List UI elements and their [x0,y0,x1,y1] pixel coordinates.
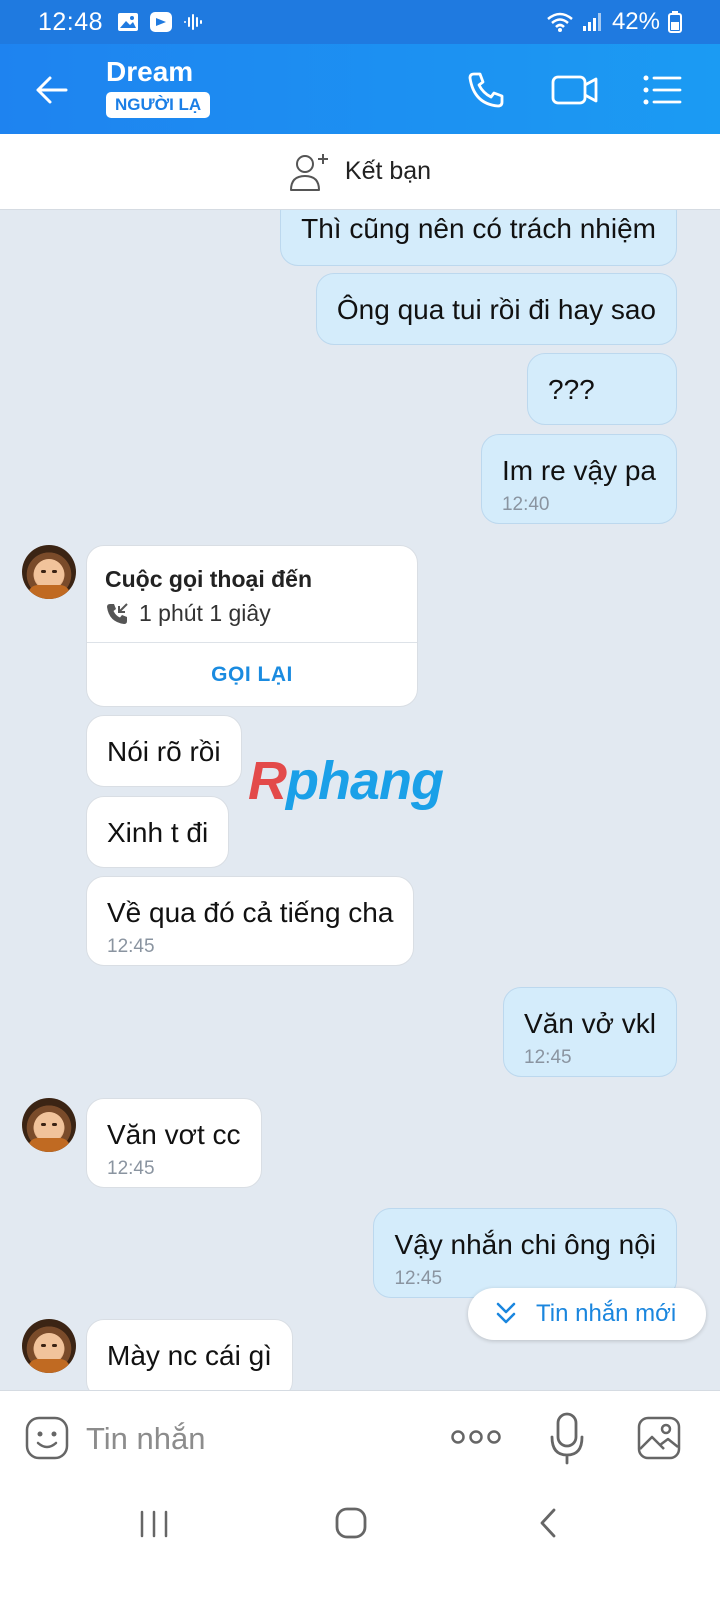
call-title: Cuộc gọi thoại đến [105,566,312,592]
status-bar: 12:48 42% [0,0,720,44]
back-arrow-icon[interactable] [32,70,72,110]
message-bubble[interactable]: Văn vơt cc 12:45 [86,1098,262,1188]
new-messages-button[interactable]: Tin nhắn mới [468,1288,706,1340]
contact-title[interactable]: Dream NGƯỜI LẠ [106,56,211,118]
message-text: Về qua đó cả tiếng cha [107,897,394,928]
incoming-call-card: Cuộc gọi thoại đến 1 phút 1 giây GỌI LẠI [86,545,418,707]
add-friend-label: Kết bạn [344,157,432,185]
more-dots-icon[interactable] [450,1425,502,1449]
image-icon[interactable] [636,1415,682,1461]
call-back-button[interactable]: GỌI LẠI [87,643,417,707]
double-chevron-down-icon [496,1302,516,1324]
incoming-call-icon [107,602,128,624]
zalo-notification-icon [150,12,173,32]
system-navigation-bar [0,1486,720,1600]
message-text: Vậy nhắn chi ông nội [394,1229,656,1260]
message-bubble[interactable]: Mày nc cái gì [86,1319,293,1399]
home-icon[interactable] [334,1506,368,1540]
message-bubble[interactable]: ??? [527,353,677,425]
contact-avatar[interactable] [22,545,76,599]
message-bubble[interactable]: Ông qua tui rồi đi hay sao [315,273,677,345]
message-text: Văn vở vkl [524,1008,656,1039]
message-text: Văn vơt cc [107,1119,241,1150]
message-list[interactable]: Thì cũng nên có trách nhiệm Ông qua tui … [0,210,720,1418]
microphone-icon[interactable] [550,1411,584,1465]
message-text: ??? [548,374,595,405]
message-composer [0,1390,720,1486]
message-text: Nói rõ rồi [107,736,221,767]
message-time: 12:45 [524,1047,572,1068]
stranger-badge: NGƯỜI LẠ [106,92,211,118]
battery-level: 42% [611,8,660,35]
contact-avatar[interactable] [22,1098,76,1152]
message-bubble[interactable]: Nói rõ rồi [86,715,242,787]
contact-name: Dream [106,56,194,87]
recent-apps-icon[interactable] [138,1508,170,1540]
message-bubble[interactable]: Im re vậy pa 12:40 [480,434,677,524]
phone-icon[interactable] [464,68,508,112]
message-time: 12:45 [107,1158,155,1179]
message-time: 12:45 [394,1268,443,1289]
message-bubble[interactable]: Về qua đó cả tiếng cha 12:45 [86,876,415,966]
notification-icons [117,11,203,33]
call-duration-text: 1 phút 1 giây [139,600,271,626]
back-nav-icon[interactable] [534,1506,562,1540]
message-bubble[interactable]: Xinh t đi [86,796,230,868]
wifi-icon [547,12,573,32]
message-text: Mày nc cái gì [107,1340,272,1371]
message-time: 12:45 [107,936,155,957]
video-icon[interactable] [550,68,600,112]
message-text: Thì cũng nên có trách nhiệm [301,213,656,244]
message-bubble[interactable]: Thì cũng nên có trách nhiệm [280,210,677,266]
new-messages-label: Tin nhắn mới [536,1300,677,1327]
message-bubble[interactable]: Văn vở vkl 12:45 [503,987,677,1077]
status-time: 12:48 [38,7,104,36]
message-text: Im re vậy pa [501,455,656,486]
message-bubble[interactable]: Vậy nhắn chi ông nội 12:45 [373,1208,677,1298]
call-duration: 1 phút 1 giây [105,600,271,627]
list-menu-icon[interactable] [640,68,684,112]
emoji-icon[interactable] [24,1415,70,1461]
battery-icon [668,11,682,33]
add-friend-bar[interactable]: Kết bạn [0,134,720,210]
message-text: Xinh t đi [107,817,209,848]
add-person-icon [289,153,328,191]
message-input[interactable] [86,1417,416,1461]
chat-header: Dream NGƯỜI LẠ [0,44,720,134]
message-text: Ông qua tui rồi đi hay sao [336,294,656,325]
contact-avatar[interactable] [22,1319,76,1373]
gallery-notification-icon [118,13,139,31]
message-time: 12:40 [501,494,550,515]
watermark-logo: Rphang [248,751,444,811]
signal-icon [582,13,601,31]
audio-notification-icon [184,14,203,30]
